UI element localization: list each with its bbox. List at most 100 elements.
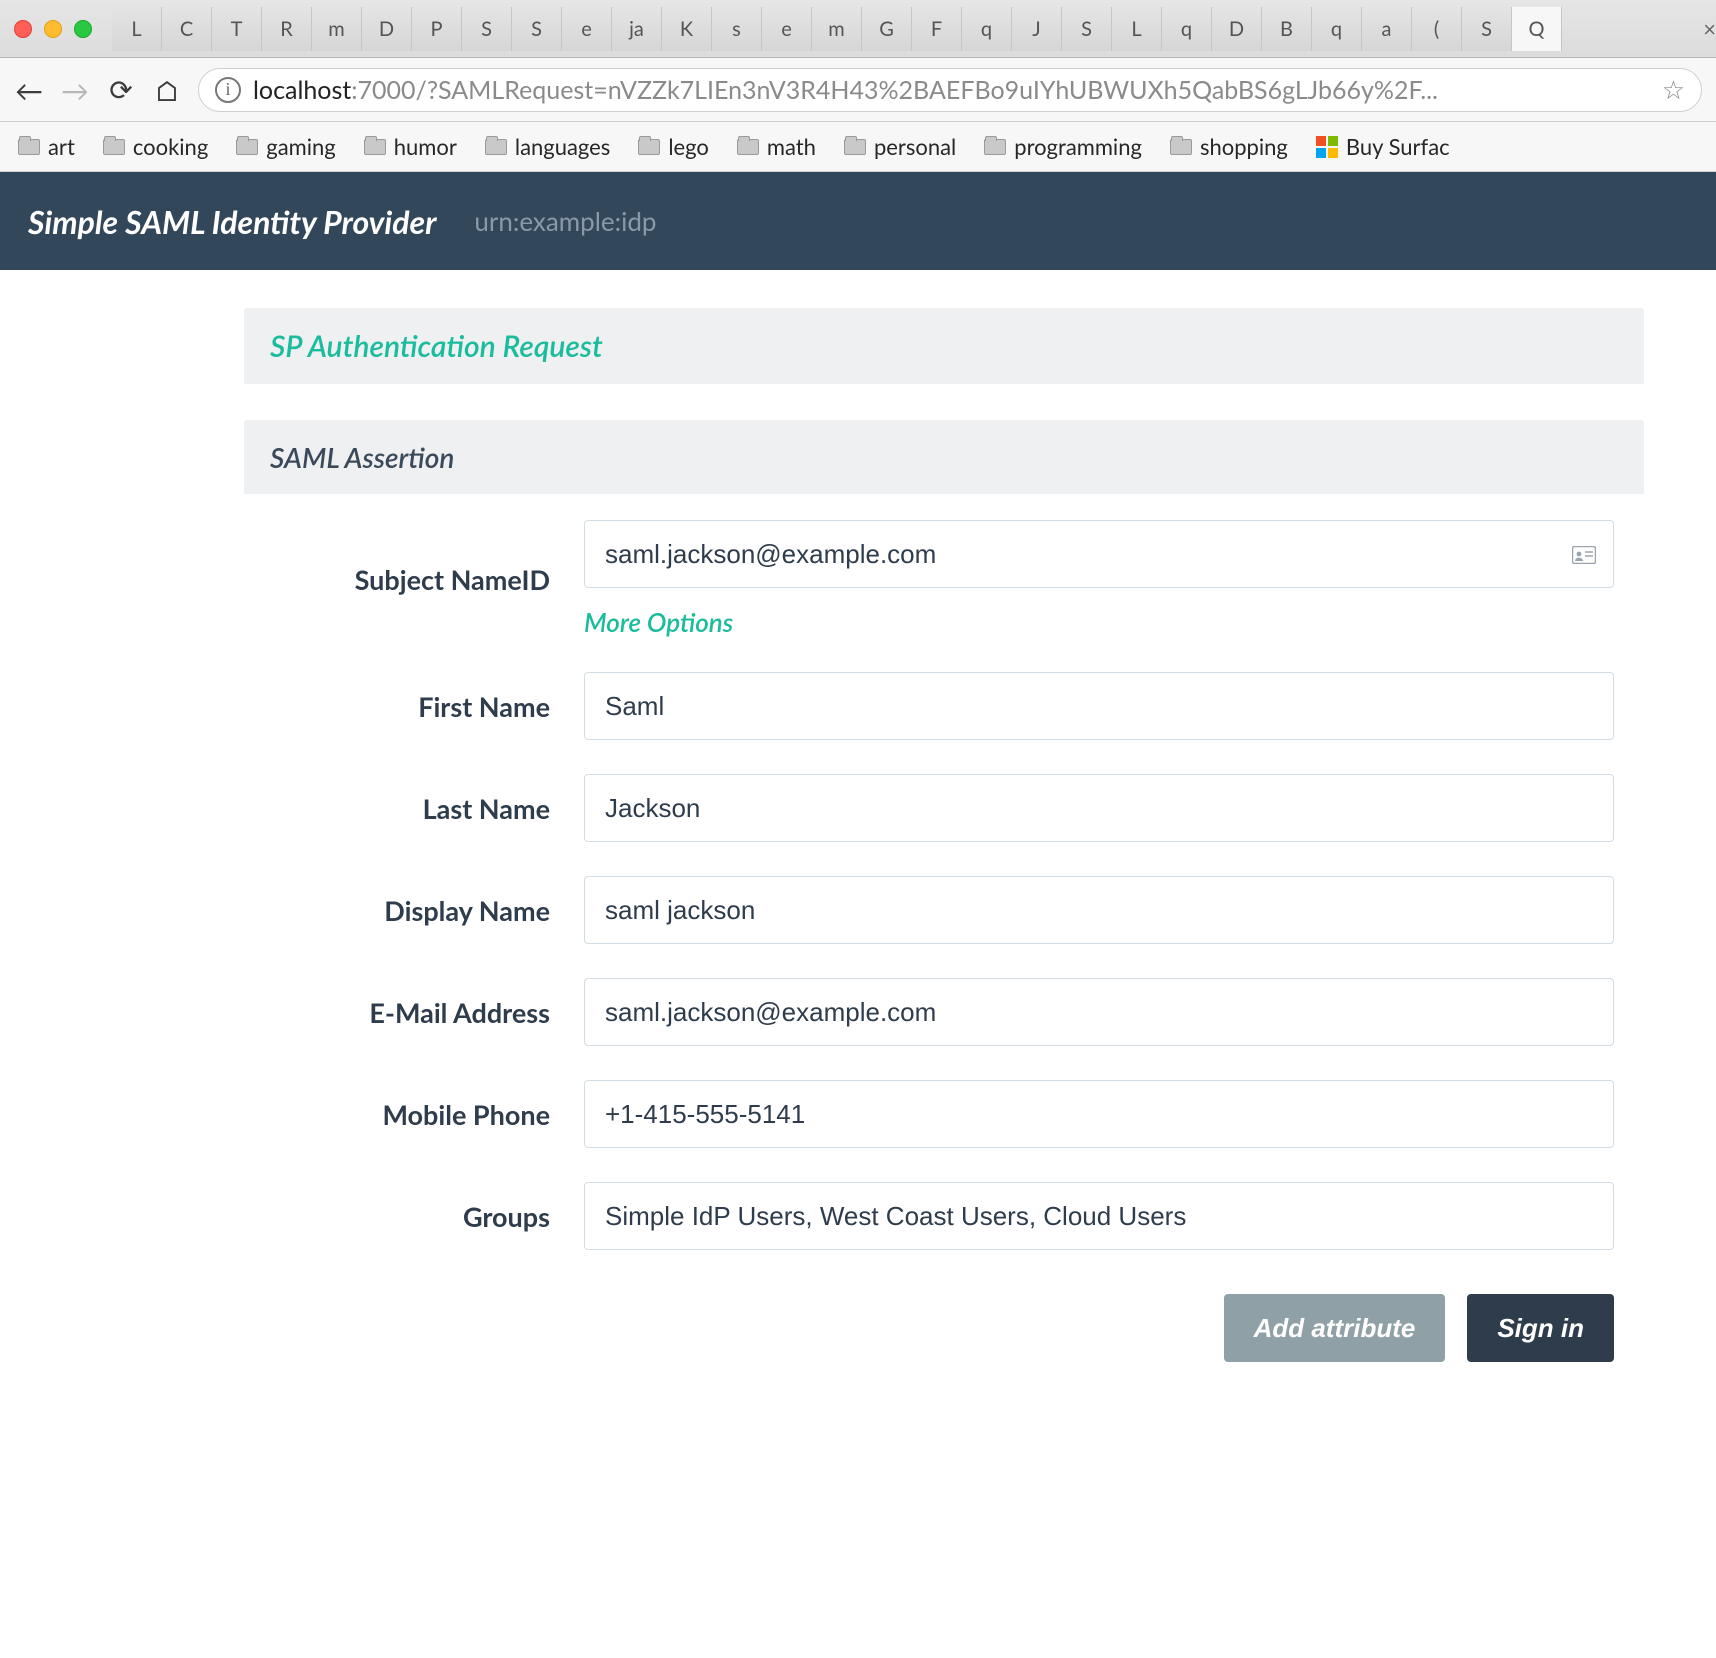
bookmark-label: gaming (266, 133, 335, 160)
browser-tab[interactable]: q (1162, 7, 1212, 51)
bookmark-personal[interactable]: personal (844, 133, 956, 160)
sign-in-button[interactable]: Sign in (1467, 1294, 1614, 1362)
bookmark-art[interactable]: art (18, 133, 75, 160)
row-last-name: Last Name (274, 774, 1614, 842)
browser-tab[interactable]: B (1262, 7, 1312, 51)
browser-tab[interactable]: T (212, 7, 262, 51)
bookmark-star-icon[interactable]: ☆ (1662, 73, 1685, 106)
bookmark-programming[interactable]: programming (984, 133, 1142, 160)
more-options-link[interactable]: More Options (584, 606, 733, 638)
app-title: Simple SAML Identity Provider (28, 202, 436, 241)
browser-tab[interactable]: S (1062, 7, 1112, 51)
bookmark-math[interactable]: math (737, 133, 816, 160)
home-icon[interactable]: ⌂ (152, 73, 182, 107)
folder-icon (18, 139, 40, 155)
browser-tab[interactable]: m (812, 7, 862, 51)
browser-tab[interactable]: q (1312, 7, 1362, 51)
assertion-heading: SAML Assertion (244, 420, 1644, 494)
label-subject-nameid: Subject NameID (274, 563, 584, 596)
label-mobile: Mobile Phone (274, 1098, 584, 1131)
input-first-name[interactable] (584, 672, 1614, 740)
browser-tab[interactable]: q (962, 7, 1012, 51)
browser-tab[interactable]: R (262, 7, 312, 51)
assertion-panel: SAML Assertion Subject NameID More Optio… (244, 420, 1644, 1404)
assertion-form: Subject NameID More Options First Name L… (244, 494, 1644, 1404)
url-port: :7000 (351, 75, 415, 105)
close-window-icon[interactable] (14, 20, 32, 38)
browser-tab[interactable]: C (162, 7, 212, 51)
input-groups[interactable] (584, 1182, 1614, 1250)
browser-tab[interactable]: F (912, 7, 962, 51)
page-content: SP Authentication Request SAML Assertion… (0, 270, 1716, 1404)
input-display-name[interactable] (584, 876, 1614, 944)
row-groups: Groups (274, 1182, 1614, 1250)
label-display-name: Display Name (274, 894, 584, 927)
back-icon[interactable]: ← (14, 73, 44, 107)
browser-tab[interactable]: G (862, 7, 912, 51)
browser-chrome: LCTRmDPSSejaKsemGFqJSLqDBqa(SQ × ← → ⟳ ⌂… (0, 0, 1716, 172)
browser-tab[interactable]: ( (1412, 7, 1462, 51)
folder-icon (737, 139, 759, 155)
bookmark-label: Buy Surfac (1346, 133, 1450, 160)
browser-tab[interactable]: m (312, 7, 362, 51)
browser-tab[interactable]: s (712, 7, 762, 51)
bookmark-label: shopping (1200, 133, 1288, 160)
bookmark-label: humor (394, 133, 457, 160)
bookmarks-bar: art cooking gaming humor languages lego math pe… (0, 122, 1716, 172)
bookmark-gaming[interactable]: gaming (236, 133, 335, 160)
input-mobile[interactable] (584, 1080, 1614, 1148)
reload-icon[interactable]: ⟳ (106, 72, 136, 107)
address-bar[interactable]: i localhost:7000/?SAMLRequest=nVZZk7LIEn… (198, 68, 1702, 112)
browser-tabs: LCTRmDPSSejaKsemGFqJSLqDBqa(SQ (112, 7, 1695, 51)
url-path: /?SAMLRequest=nVZZk7LIEn3nV3R4H43%2BAEFB… (416, 75, 1438, 105)
folder-icon (364, 139, 386, 155)
bookmark-lego[interactable]: lego (638, 133, 709, 160)
bookmark-label: languages (515, 133, 610, 160)
bookmark-label: programming (1014, 133, 1142, 160)
bookmark-cooking[interactable]: cooking (103, 133, 208, 160)
input-email[interactable] (584, 978, 1614, 1046)
toolbar: ← → ⟳ ⌂ i localhost:7000/?SAMLRequest=nV… (0, 58, 1716, 122)
folder-icon (1170, 139, 1192, 155)
browser-tab[interactable]: a (1362, 7, 1412, 51)
browser-tab[interactable]: D (362, 7, 412, 51)
bookmark-label: personal (874, 133, 956, 160)
folder-icon (638, 139, 660, 155)
folder-icon (984, 139, 1006, 155)
browser-tab[interactable]: L (112, 7, 162, 51)
minimize-window-icon[interactable] (44, 20, 62, 38)
contact-card-icon[interactable] (1572, 538, 1596, 570)
browser-tab[interactable]: S (462, 7, 512, 51)
bookmark-humor[interactable]: humor (364, 133, 457, 160)
forward-icon[interactable]: → (60, 73, 90, 107)
browser-tab[interactable]: S (512, 7, 562, 51)
label-email: E-Mail Address (274, 996, 584, 1029)
bookmark-languages[interactable]: languages (485, 133, 610, 160)
browser-tab[interactable]: e (562, 7, 612, 51)
zoom-window-icon[interactable] (74, 20, 92, 38)
row-email: E-Mail Address (274, 978, 1614, 1046)
browser-tab[interactable]: S (1462, 7, 1512, 51)
input-subject-nameid[interactable] (584, 520, 1614, 588)
browser-tab[interactable]: L (1112, 7, 1162, 51)
row-first-name: First Name (274, 672, 1614, 740)
close-tab-icon[interactable]: × (1703, 15, 1716, 42)
app-subtitle: urn:example:idp (474, 205, 656, 237)
add-attribute-button[interactable]: Add attribute (1224, 1294, 1446, 1362)
sp-request-heading[interactable]: SP Authentication Request (244, 308, 1644, 384)
window-controls (14, 20, 92, 38)
bookmark-shopping[interactable]: shopping (1170, 133, 1288, 160)
label-last-name: Last Name (274, 792, 584, 825)
browser-tab[interactable]: Q (1512, 7, 1562, 51)
browser-tab[interactable]: D (1212, 7, 1262, 51)
input-last-name[interactable] (584, 774, 1614, 842)
url-host: localhost (253, 75, 351, 105)
form-actions: Add attribute Sign in (274, 1294, 1614, 1362)
browser-tab[interactable]: ja (612, 7, 662, 51)
browser-tab[interactable]: e (762, 7, 812, 51)
browser-tab[interactable]: K (662, 7, 712, 51)
browser-tab[interactable]: P (412, 7, 462, 51)
site-info-icon[interactable]: i (215, 77, 241, 103)
bookmark-buy-surface[interactable]: Buy Surfac (1316, 133, 1450, 160)
browser-tab[interactable]: J (1012, 7, 1062, 51)
